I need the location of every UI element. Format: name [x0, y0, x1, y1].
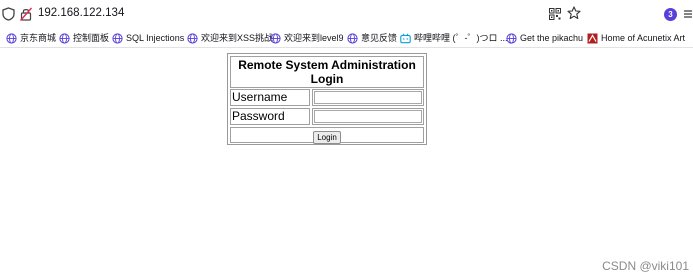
password-input[interactable]: [314, 110, 422, 123]
bookmark-label: Get the pikachu: [520, 33, 584, 43]
address-bar: 192.168.122.134 3: [0, 0, 693, 29]
globe-icon: [506, 32, 517, 44]
extension-badge[interactable]: 3: [664, 8, 677, 21]
globe-icon: [112, 32, 123, 44]
watermark: CSDN @viki101: [602, 259, 689, 273]
menu-icon[interactable]: [683, 8, 693, 20]
bookmark-label: 意见反馈: [361, 33, 398, 43]
login-button[interactable]: Login: [313, 131, 341, 144]
submit-cell: Login: [230, 127, 424, 144]
globe-icon: [6, 32, 17, 44]
username-cell: [312, 89, 424, 106]
bookmark-item[interactable]: Get the pikachu: [506, 31, 583, 45]
bookmark-label: Home of Acunetix Art: [601, 33, 686, 43]
bookmark-label: 欢迎来到XSS挑战: [201, 33, 274, 43]
bookmarks-toolbar: 京东商城 控制面板 SQL Injections 欢迎来到XSS挑战 欢迎来到l…: [0, 29, 693, 48]
bookmark-item[interactable]: 京东商城: [6, 31, 56, 45]
insecure-lock-icon[interactable]: [20, 7, 32, 21]
bookmark-item[interactable]: 意见反馈: [347, 31, 397, 45]
bookmark-star-icon[interactable]: [567, 6, 581, 20]
bookmark-label: 京东商城: [20, 33, 57, 43]
bookmark-label: 哔哩哔哩 (゜-゜)つロ ...: [414, 33, 508, 43]
bookmark-item[interactable]: 欢迎来到level9: [270, 31, 344, 45]
bookmark-label: 欢迎来到level9: [284, 33, 344, 43]
password-cell: [312, 108, 424, 125]
qr-code-icon[interactable]: [549, 8, 561, 20]
bookmark-item[interactable]: SQL Injections: [112, 31, 184, 45]
bookmark-item[interactable]: Home of Acunetix Art: [587, 31, 685, 45]
username-label: Username: [230, 89, 310, 106]
globe-icon: [187, 32, 198, 44]
password-label: Password: [230, 108, 310, 125]
bookmark-label: SQL Injections: [126, 33, 185, 43]
username-input[interactable]: [314, 91, 422, 104]
form-title: Remote System Administration Login: [230, 56, 424, 88]
globe-icon: [347, 32, 358, 44]
acunetix-icon: [587, 33, 598, 43]
bookmark-label: 控制面板: [73, 33, 110, 43]
bilibili-icon: [400, 33, 411, 43]
login-form: Remote System Administration Login Usern…: [227, 53, 427, 145]
globe-icon: [270, 32, 281, 44]
bookmark-item[interactable]: 欢迎来到XSS挑战: [187, 31, 273, 45]
bookmark-item[interactable]: 哔哩哔哩 (゜-゜)つロ ...: [400, 31, 508, 45]
bookmark-item[interactable]: 控制面板: [59, 31, 109, 45]
url-input[interactable]: 192.168.122.134: [38, 7, 124, 19]
globe-icon: [59, 32, 70, 44]
shield-icon[interactable]: [2, 7, 15, 21]
